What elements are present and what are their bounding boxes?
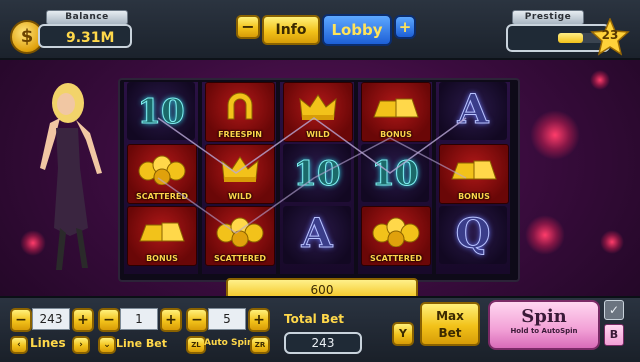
payline-overlay bbox=[157, 117, 467, 234]
max-bet-button[interactable]: Max Bet bbox=[420, 302, 480, 346]
line-bet-dropdown-button[interactable]: ⌄ bbox=[98, 336, 116, 354]
spin-hint: Hold to AutoSpin bbox=[510, 327, 578, 335]
bokeh-light bbox=[525, 215, 565, 255]
lines-value: 243 bbox=[32, 308, 70, 330]
total-bet-label: Total Bet bbox=[284, 312, 344, 326]
b-key-hint[interactable]: B bbox=[604, 324, 624, 346]
spin-label: Spin bbox=[521, 306, 567, 327]
balance-label: Balance bbox=[46, 10, 128, 25]
auto-spins-stepper: − 5 + bbox=[186, 308, 270, 332]
lines-plus-button[interactable]: + bbox=[72, 308, 94, 332]
line-bet-label: Line Bet bbox=[116, 337, 168, 350]
lines-prev-button[interactable]: ‹ bbox=[10, 336, 28, 354]
line-bet-minus-button[interactable]: − bbox=[98, 308, 120, 332]
prestige-label: Prestige bbox=[512, 10, 584, 25]
auto-spins-minus-button[interactable]: − bbox=[186, 308, 208, 332]
info-button[interactable]: Info bbox=[262, 15, 320, 45]
auto-spins-value: 5 bbox=[208, 308, 246, 330]
spin-button[interactable]: Spin Hold to AutoSpin bbox=[488, 300, 600, 350]
max-bet-line1: Max bbox=[436, 309, 464, 323]
hostess-character-image bbox=[10, 78, 110, 278]
lines-minus-button[interactable]: − bbox=[10, 308, 32, 332]
prestige-level: 23 bbox=[601, 28, 619, 42]
lines-label: Lines bbox=[30, 336, 66, 350]
auto-spins-plus-button[interactable]: + bbox=[248, 308, 270, 332]
line-bet-plus-button[interactable]: + bbox=[160, 308, 182, 332]
increase-button[interactable]: + bbox=[394, 15, 416, 39]
decrease-button[interactable]: − bbox=[236, 15, 260, 39]
bokeh-light bbox=[590, 70, 610, 90]
zr-key-hint[interactable]: ZR bbox=[250, 336, 270, 354]
lines-next-button[interactable]: › bbox=[72, 336, 90, 354]
lobby-button[interactable]: Lobby bbox=[322, 14, 392, 46]
prestige-progress-fill bbox=[558, 33, 584, 43]
total-bet-value: 243 bbox=[284, 332, 362, 354]
zl-key-hint[interactable]: ZL bbox=[186, 336, 206, 354]
balance-value: 9.31M bbox=[38, 24, 132, 48]
line-bet-stepper: − 1 + bbox=[98, 308, 182, 332]
bokeh-light bbox=[600, 230, 624, 254]
max-bet-line2: Bet bbox=[438, 326, 462, 340]
star-icon: 23 bbox=[590, 17, 630, 56]
y-key-hint[interactable]: Y bbox=[392, 322, 414, 346]
auto-check-toggle[interactable]: ✓ bbox=[604, 300, 624, 320]
lines-stepper: − 243 + bbox=[10, 308, 94, 332]
line-bet-value: 1 bbox=[120, 308, 158, 330]
bokeh-light bbox=[530, 110, 580, 160]
